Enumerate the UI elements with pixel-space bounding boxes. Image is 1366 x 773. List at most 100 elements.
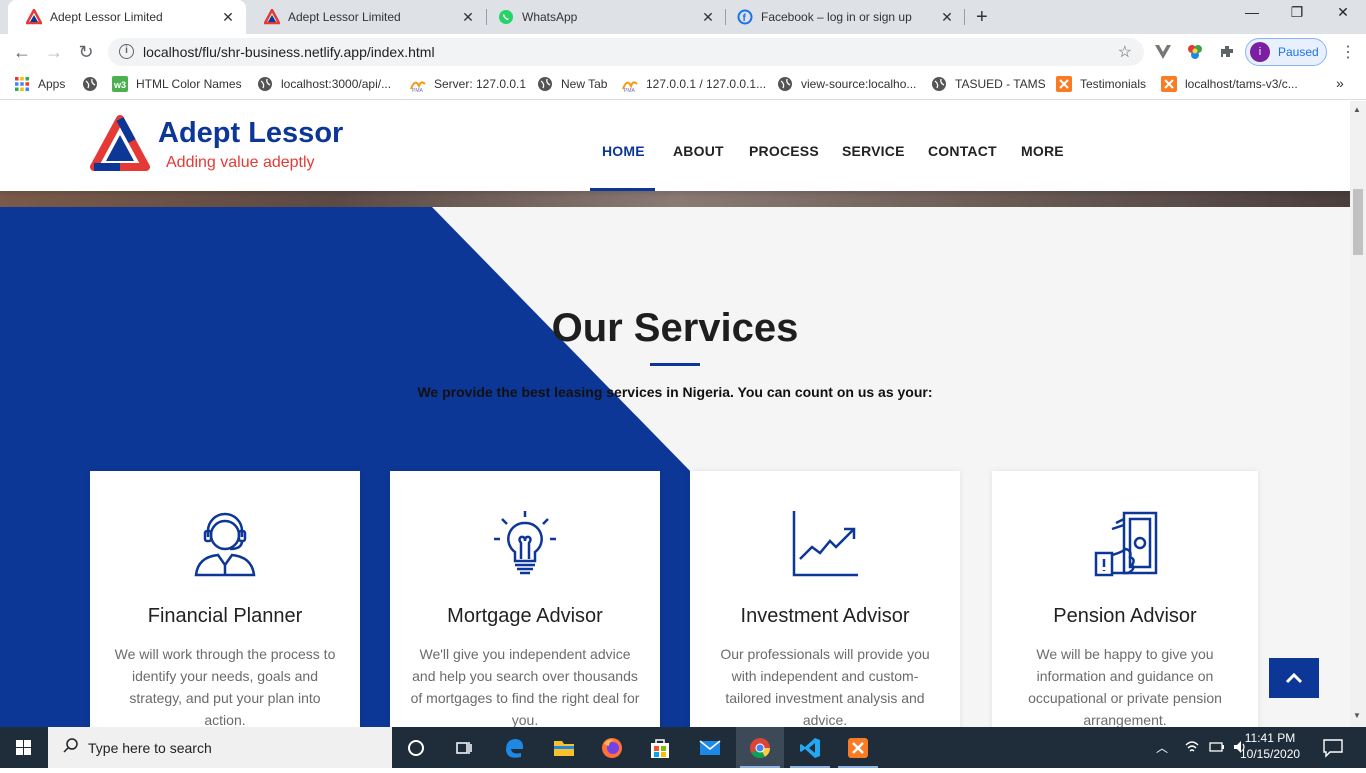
chrome-icon xyxy=(750,737,771,758)
bookmark-label: view-source:localho... xyxy=(801,77,917,91)
tab-close-icon[interactable]: ✕ xyxy=(700,9,716,26)
adept-lessor-logo-icon[interactable] xyxy=(90,115,150,175)
taskbar-vscode[interactable] xyxy=(786,727,834,768)
taskbar-mail[interactable] xyxy=(686,727,734,768)
active-nav-underline xyxy=(590,188,655,191)
search-icon xyxy=(63,738,78,753)
tab-strip: Adept Lessor Limited ✕ Adept Lessor Limi… xyxy=(0,0,1366,34)
task-view-button[interactable] xyxy=(440,727,488,768)
window-close-icon[interactable]: ✕ xyxy=(1333,4,1353,24)
taskbar-chrome[interactable] xyxy=(736,727,784,768)
bookmark-apps[interactable]: Apps xyxy=(14,76,65,92)
address-bar[interactable]: i localhost/flu/shr-business.netlify.app… xyxy=(108,38,1144,66)
bookmark-view-source[interactable]: view-source:localho... xyxy=(777,76,916,92)
back-arrow-icon[interactable]: ← xyxy=(12,42,32,63)
taskbar-firefox[interactable] xyxy=(588,727,636,768)
bookmark-label: HTML Color Names xyxy=(136,77,242,91)
bookmark-localhost-api[interactable]: localhost:3000/api/... xyxy=(257,76,391,92)
bookmark-new-tab[interactable]: New Tab xyxy=(537,76,607,92)
profile-button[interactable]: i Paused xyxy=(1245,38,1327,66)
extensions-puzzle-icon[interactable] xyxy=(1218,43,1236,61)
nav-service[interactable]: SERVICE xyxy=(842,143,905,159)
globe-icon xyxy=(258,77,272,91)
cortana-button[interactable] xyxy=(392,727,440,768)
start-button[interactable] xyxy=(0,727,48,768)
chevron-up-icon[interactable]: ︿ xyxy=(1156,739,1168,756)
nav-home[interactable]: HOME xyxy=(602,143,645,159)
card-text: We will work through the process to iden… xyxy=(114,646,336,727)
site-info-icon[interactable]: i xyxy=(119,44,134,59)
scrollbar-thumb[interactable] xyxy=(1353,189,1363,255)
cortana-circle-icon xyxy=(408,739,424,756)
apps-grid-icon xyxy=(15,77,29,91)
taskbar-file-explorer[interactable] xyxy=(540,727,588,768)
wifi-icon[interactable] xyxy=(1184,739,1200,755)
tab-adept-lessor-2[interactable]: Adept Lessor Limited ✕ xyxy=(246,0,486,34)
chrome-menu-icon[interactable]: ⋮ xyxy=(1340,42,1356,62)
w3-icon: w3 xyxy=(112,76,128,92)
firefox-icon xyxy=(602,737,622,758)
nav-contact[interactable]: CONTACT xyxy=(928,143,997,159)
service-card-mortgage-advisor[interactable]: Mortgage Advisor We'll give you independ… xyxy=(390,471,660,727)
minimize-icon[interactable]: — xyxy=(1242,4,1262,24)
notifications-icon[interactable] xyxy=(1322,738,1344,758)
taskbar-search-box[interactable]: Type here to search xyxy=(48,727,392,768)
restore-icon[interactable]: ❐ xyxy=(1287,4,1307,24)
tab-close-icon[interactable]: ✕ xyxy=(939,9,955,26)
card-text: Our professionals will provide you with … xyxy=(720,646,930,727)
page-scrollbar[interactable]: ▲ ▼ xyxy=(1350,101,1366,727)
xampp-icon xyxy=(1161,76,1177,92)
nav-more[interactable]: MORE xyxy=(1021,143,1064,159)
bookmark-localhost-tams[interactable]: localhost/tams-v3/c... xyxy=(1161,76,1298,92)
system-clock[interactable]: 11:41 PM 10/15/2020 xyxy=(1240,730,1300,762)
battery-plug-icon[interactable] xyxy=(1208,739,1226,755)
taskbar-store[interactable] xyxy=(636,727,684,768)
facebook-loading-icon: f xyxy=(737,9,753,25)
scroll-up-arrow-icon[interactable]: ▲ xyxy=(1353,105,1361,114)
adept-logo-favicon-icon xyxy=(264,9,280,25)
globe-icon xyxy=(778,77,792,91)
bookmark-server[interactable]: PMA Server: 127.0.0.1 xyxy=(410,76,526,92)
nav-about[interactable]: ABOUT xyxy=(673,143,724,159)
new-tab-plus-icon[interactable]: + xyxy=(976,6,988,29)
taskbar-xampp[interactable] xyxy=(834,727,882,768)
whatsapp-icon xyxy=(499,10,513,24)
browser-toolbar: ← → ↻ i localhost/flu/shr-business.netli… xyxy=(0,34,1366,70)
lightbulb-icon xyxy=(494,511,556,575)
bookmarks-overflow-icon[interactable]: » xyxy=(1336,75,1344,91)
url-text[interactable]: localhost/flu/shr-business.netlify.app/i… xyxy=(143,44,435,60)
nav-process[interactable]: PROCESS xyxy=(749,143,819,159)
tab-facebook[interactable]: f Facebook – log in or sign up ✕ xyxy=(725,0,965,34)
color-picker-extension-icon[interactable] xyxy=(1186,43,1204,61)
tab-close-icon[interactable]: ✕ xyxy=(460,9,476,26)
card-text: We will be happy to give you information… xyxy=(1028,646,1222,727)
title-underline xyxy=(650,363,700,366)
reload-icon[interactable]: ↻ xyxy=(76,42,96,63)
bookmark-html-color-names[interactable]: w3 HTML Color Names xyxy=(112,76,242,92)
vue-devtools-extension-icon[interactable] xyxy=(1154,43,1172,61)
bookmark-label: Apps xyxy=(38,77,66,91)
tab-close-icon[interactable]: ✕ xyxy=(220,9,236,26)
bookmark-star-icon[interactable]: ☆ xyxy=(1118,42,1132,62)
svg-text:f: f xyxy=(743,13,747,24)
tab-title: Facebook – log in or sign up xyxy=(761,10,912,24)
back-to-top-button[interactable] xyxy=(1269,658,1319,698)
bookmark-globe[interactable] xyxy=(82,76,106,92)
tab-adept-lessor-1[interactable]: Adept Lessor Limited ✕ xyxy=(8,0,246,34)
scroll-down-arrow-icon[interactable]: ▼ xyxy=(1353,711,1361,720)
brand-name[interactable]: Adept Lessor xyxy=(158,117,343,150)
edge-icon xyxy=(506,738,524,758)
tab-title: Adept Lessor Limited xyxy=(50,10,163,24)
chevron-up-icon xyxy=(1285,672,1303,684)
line-chart-icon xyxy=(792,511,858,577)
service-card-pension-advisor[interactable]: Pension Advisor We will be happy to give… xyxy=(992,471,1258,727)
service-card-investment-advisor[interactable]: Investment Advisor Our professionals wil… xyxy=(690,471,960,727)
service-card-financial-planner[interactable]: Financial Planner We will work through t… xyxy=(90,471,360,727)
bookmark-phpmyadmin[interactable]: PMA 127.0.0.1 / 127.0.0.1... xyxy=(622,76,766,92)
search-placeholder: Type here to search xyxy=(88,740,212,756)
bookmark-tasued-tams[interactable]: TASUED - TAMS xyxy=(931,76,1046,92)
taskbar-edge[interactable] xyxy=(490,727,538,768)
forward-arrow-icon[interactable]: → xyxy=(44,42,64,63)
bookmark-testimonials[interactable]: Testimonials xyxy=(1056,76,1146,92)
tab-whatsapp[interactable]: WhatsApp ✕ xyxy=(486,0,726,34)
